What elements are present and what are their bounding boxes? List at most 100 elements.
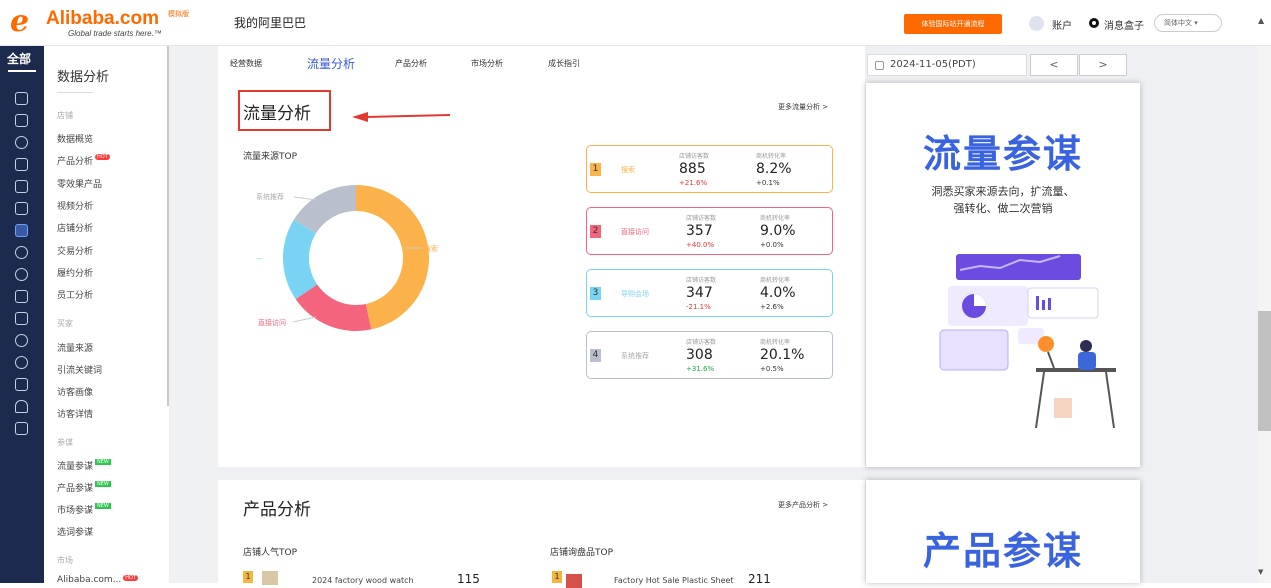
source-name: 直接访问 — [621, 228, 649, 236]
rail-all-label[interactable]: 全部 — [7, 50, 31, 67]
chart-label-search: 搜索 — [424, 245, 438, 253]
globe-icon[interactable] — [15, 334, 28, 347]
conversion-header: 商机转化率 — [756, 153, 787, 160]
briefcase-icon[interactable] — [15, 422, 28, 435]
donut-slice-2[interactable] — [295, 284, 372, 331]
sidebar: 数据分析 店铺 数据概览 产品分析 HOT 零效果产品 视频分析 店铺分析 交易分… — [44, 46, 170, 583]
brand-name: Alibaba.com — [46, 8, 159, 29]
source-card-2[interactable]: 2 直接访问 店铺访客数 商机转化率 357 9.0% +40.0% +0.0% — [586, 207, 833, 255]
divider — [57, 92, 93, 93]
donut-slices — [283, 185, 430, 331]
new-badge: NEW — [95, 459, 111, 465]
next-date-button[interactable]: > — [1079, 54, 1127, 76]
product-name[interactable]: Factory Hot Sale Plastic Sheet — [614, 576, 734, 585]
wallet-icon[interactable] — [15, 158, 28, 171]
prev-date-button[interactable]: < — [1030, 54, 1078, 76]
sidebar-item-fulfillment[interactable]: 履约分析 — [57, 266, 93, 279]
rank-badge: 3 — [590, 287, 601, 300]
chart-label-system: 系统推荐 — [256, 193, 284, 201]
source-card-4[interactable]: 4 系统推荐 店铺访客数 商机转化率 308 20.1% +31.6% +0.5… — [586, 331, 833, 379]
more-product-link[interactable]: 更多产品分析 > — [778, 500, 828, 510]
hot-badge: HOT — [95, 154, 110, 160]
visitors-change: +31.6% — [686, 365, 715, 373]
visitors-change: -21.1% — [686, 303, 711, 311]
promo-button[interactable]: 体验国际站开通流程 — [904, 14, 1002, 34]
highlight-box — [238, 90, 331, 131]
messages-link[interactable]: 消息盒子 — [1104, 17, 1144, 32]
product-name[interactable]: 2024 factory wood watch — [312, 576, 414, 585]
tab-operations[interactable]: 经营数据 — [230, 58, 262, 69]
visitors-value: 347 — [686, 285, 713, 301]
account-link[interactable]: 账户 — [1052, 17, 1072, 32]
source-card-3[interactable]: 3 导购会场 店铺访客数 商机转化率 347 4.0% -21.1% +2.6% — [586, 269, 833, 317]
brand-badge: 模拟版 — [168, 10, 189, 18]
donut-slice-3[interactable] — [283, 219, 318, 300]
gutter — [170, 46, 218, 583]
chart-icon[interactable] — [15, 224, 28, 237]
database-icon[interactable] — [15, 378, 28, 391]
home-icon[interactable] — [15, 92, 28, 105]
source-name: 搜索 — [621, 166, 635, 174]
new-badge: NEW — [95, 481, 111, 487]
inquiry-subtitle: 店铺询盘品TOP — [550, 548, 614, 558]
visitors-value: 308 — [686, 347, 713, 363]
sidebar-item-market-strategy[interactable]: 市场参谋 NEW — [57, 503, 111, 516]
sidebar-item-keywords[interactable]: 引流关键词 — [57, 363, 102, 376]
sidebar-item-label: 产品参谋 — [57, 484, 94, 494]
visitors-change: +21.6% — [679, 179, 708, 187]
sidebar-item-visitor-detail[interactable]: 访客详情 — [57, 407, 93, 420]
tab-market[interactable]: 市场分析 — [471, 58, 503, 69]
language-select[interactable]: 简体中文 ▾ — [1154, 14, 1222, 32]
store-icon[interactable] — [15, 114, 28, 127]
alibaba-logo[interactable]: e Alibaba.com 模拟版 Global trade starts he… — [10, 6, 190, 40]
scrollbar-thumb[interactable] — [1258, 311, 1271, 431]
video-icon[interactable] — [15, 180, 28, 193]
rank-badge: 2 — [590, 225, 601, 238]
sidebar-item-overview[interactable]: 数据概览 — [57, 132, 93, 145]
shield-icon[interactable] — [15, 136, 28, 149]
tab-product[interactable]: 产品分析 — [395, 58, 427, 69]
conversion-value: 8.2% — [756, 161, 792, 177]
users-icon[interactable] — [15, 246, 28, 259]
source-card-1[interactable]: 1 搜索 店铺访客数 商机转化率 885 8.2% +21.6% +0.1% — [586, 145, 833, 193]
sidebar-item-traffic-source[interactable]: 流量来源 — [57, 341, 93, 354]
sidebar-item-store[interactable]: 店铺分析 — [57, 221, 93, 234]
sidebar-item-trade[interactable]: 交易分析 — [57, 244, 93, 257]
sidebar-item-label: 产品分析 — [57, 157, 94, 167]
more-traffic-link[interactable]: 更多流量分析 > — [778, 102, 828, 112]
plant-icon[interactable] — [15, 400, 28, 413]
person-icon[interactable] — [15, 356, 28, 369]
scroll-up-arrow[interactable]: ▲ — [1258, 16, 1264, 25]
sidebar-item-video[interactable]: 视频分析 — [57, 199, 93, 212]
donut-slice-1[interactable] — [356, 185, 430, 330]
popular-subtitle: 店铺人气TOP — [243, 548, 298, 558]
avatar[interactable] — [1029, 16, 1044, 31]
sidebar-item-word-strategy[interactable]: 选词参谋 — [57, 525, 93, 538]
sidebar-item-flow-strategy[interactable]: 流量参谋 NEW — [57, 459, 111, 472]
broadcast-icon[interactable] — [15, 268, 28, 281]
rail-underline — [8, 70, 36, 72]
rank-badge: 1 — [590, 163, 601, 176]
card-icon[interactable] — [15, 290, 28, 303]
product-title: 产品分析 — [243, 500, 311, 520]
sidebar-item-product-strategy[interactable]: 产品参谋 NEW — [57, 481, 111, 494]
scroll-down-arrow[interactable]: ▼ — [1258, 568, 1263, 576]
monitor-icon[interactable] — [15, 202, 28, 215]
sidebar-item-market[interactable]: Alibaba.com... HOT — [57, 575, 139, 583]
clipboard-icon[interactable] — [15, 312, 28, 325]
sidebar-item-zero-effect[interactable]: 零效果产品 — [57, 177, 102, 190]
product-strategy-promo[interactable]: 产品参谋 — [866, 480, 1140, 583]
sidebar-item-staff[interactable]: 员工分析 — [57, 288, 93, 301]
site-title[interactable]: 我的阿里巴巴 — [234, 14, 306, 31]
section-buyer: 买家 — [57, 319, 73, 328]
tab-growth[interactable]: 成长指引 — [548, 58, 580, 69]
source-name: 系统推荐 — [621, 352, 649, 360]
sidebar-item-product-analysis[interactable]: 产品分析 HOT — [57, 154, 110, 167]
sidebar-item-visitor-profile[interactable]: 访客画像 — [57, 385, 93, 398]
source-name: 导购会场 — [621, 290, 649, 298]
conversion-value: 9.0% — [760, 223, 796, 239]
date-picker[interactable]: 2024-11-05(PDT) — [867, 54, 1027, 76]
tab-traffic[interactable]: 流量分析 — [307, 55, 355, 72]
flow-strategy-promo[interactable]: 流量参谋 洞悉买家来源去向，扩流量、 强转化、做二次营销 — [866, 83, 1140, 467]
message-icon[interactable] — [1089, 18, 1099, 28]
